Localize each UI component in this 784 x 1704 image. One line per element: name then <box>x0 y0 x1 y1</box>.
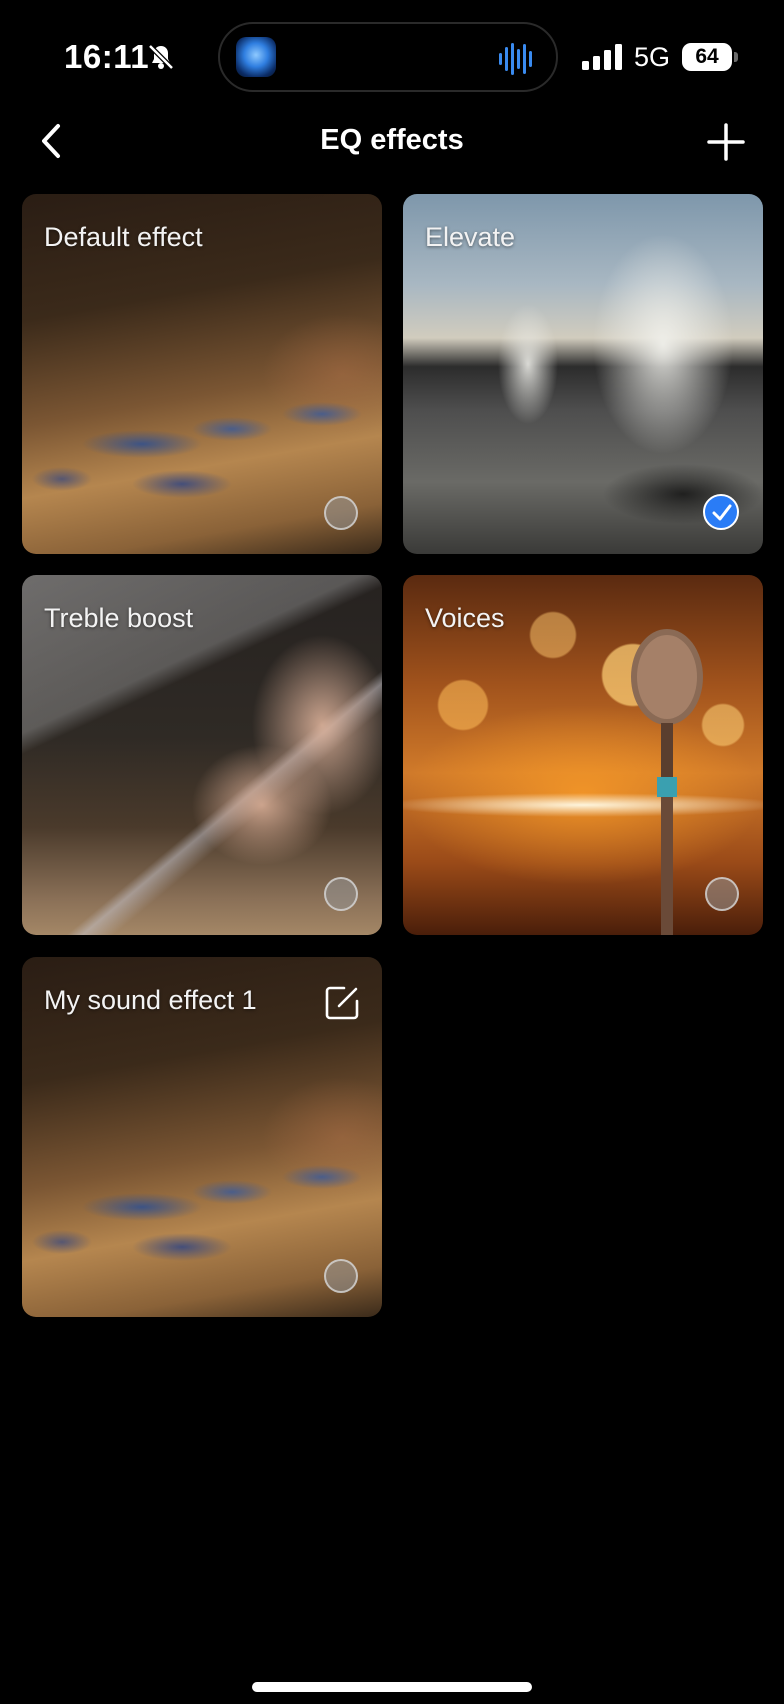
effect-card-voices[interactable]: Voices <box>403 575 763 935</box>
network-type: 5G <box>634 42 671 72</box>
page-title: EQ effects <box>320 124 464 156</box>
select-radio-unchecked[interactable] <box>705 877 739 911</box>
status-time: 16:11 <box>64 38 150 75</box>
bell-muted-icon <box>148 44 174 70</box>
audio-waveform-icon <box>499 43 532 75</box>
effect-card-label: Elevate <box>425 222 516 252</box>
microphone-image <box>631 629 703 935</box>
effect-card-my-sound-effect-1[interactable]: My sound effect 1 <box>22 957 382 1317</box>
add-plus-icon[interactable] <box>706 122 746 162</box>
effect-card-label: Default effect <box>44 222 203 252</box>
effect-card-elevate[interactable]: Elevate <box>403 194 763 554</box>
dynamic-island[interactable] <box>218 22 558 92</box>
battery-icon: 64 <box>682 43 738 71</box>
app-activity-icon <box>236 37 276 77</box>
select-radio-unchecked[interactable] <box>324 877 358 911</box>
navigation-bar: EQ effects <box>0 110 784 172</box>
home-indicator[interactable] <box>252 1682 532 1692</box>
select-radio-unchecked[interactable] <box>324 496 358 530</box>
effect-card-label: Voices <box>425 603 505 633</box>
effect-card-treble-boost[interactable]: Treble boost <box>22 575 382 935</box>
select-radio-unchecked[interactable] <box>324 1259 358 1293</box>
checkmark-selected-icon[interactable] <box>703 494 739 530</box>
effect-card-label: My sound effect 1 <box>44 985 257 1015</box>
effect-card-label: Treble boost <box>44 603 194 633</box>
cellular-signal-icon <box>582 44 622 70</box>
edit-icon[interactable] <box>324 985 360 1021</box>
battery-tip <box>734 52 738 62</box>
effect-card-default[interactable]: Default effect <box>22 194 382 554</box>
battery-level: 64 <box>682 43 732 71</box>
status-bar: 16:11 5G 64 <box>0 0 784 110</box>
